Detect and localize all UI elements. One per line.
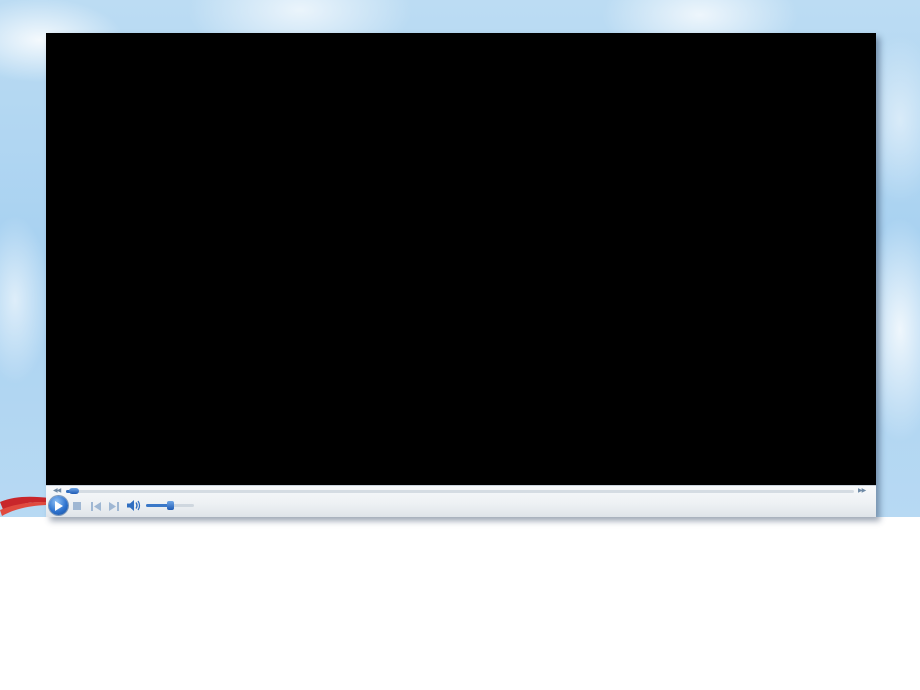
next-button[interactable] <box>108 500 120 512</box>
next-icon <box>109 501 119 511</box>
previous-button[interactable] <box>90 500 102 512</box>
fast-forward-icon[interactable]: ▶▶ <box>858 487 866 494</box>
video-display[interactable] <box>46 33 876 485</box>
previous-icon <box>91 501 101 511</box>
seek-row: ◀◀ ▶▶ <box>46 487 876 496</box>
play-button[interactable] <box>49 496 68 515</box>
mute-button[interactable] <box>126 499 141 512</box>
volume-thumb[interactable] <box>167 501 174 510</box>
control-bar: ◀◀ ▶▶ <box>46 485 876 517</box>
stop-button[interactable] <box>71 500 83 512</box>
media-player: ◀◀ ▶▶ <box>46 33 876 517</box>
stop-icon <box>73 502 81 510</box>
play-icon <box>55 500 63 511</box>
rewind-icon[interactable]: ◀◀ <box>53 487 61 494</box>
speaker-icon <box>126 500 140 511</box>
volume-slider[interactable] <box>146 501 194 510</box>
seek-bar[interactable] <box>66 488 854 494</box>
red-ribbon-decoration <box>0 496 50 516</box>
seek-thumb[interactable] <box>68 488 79 494</box>
